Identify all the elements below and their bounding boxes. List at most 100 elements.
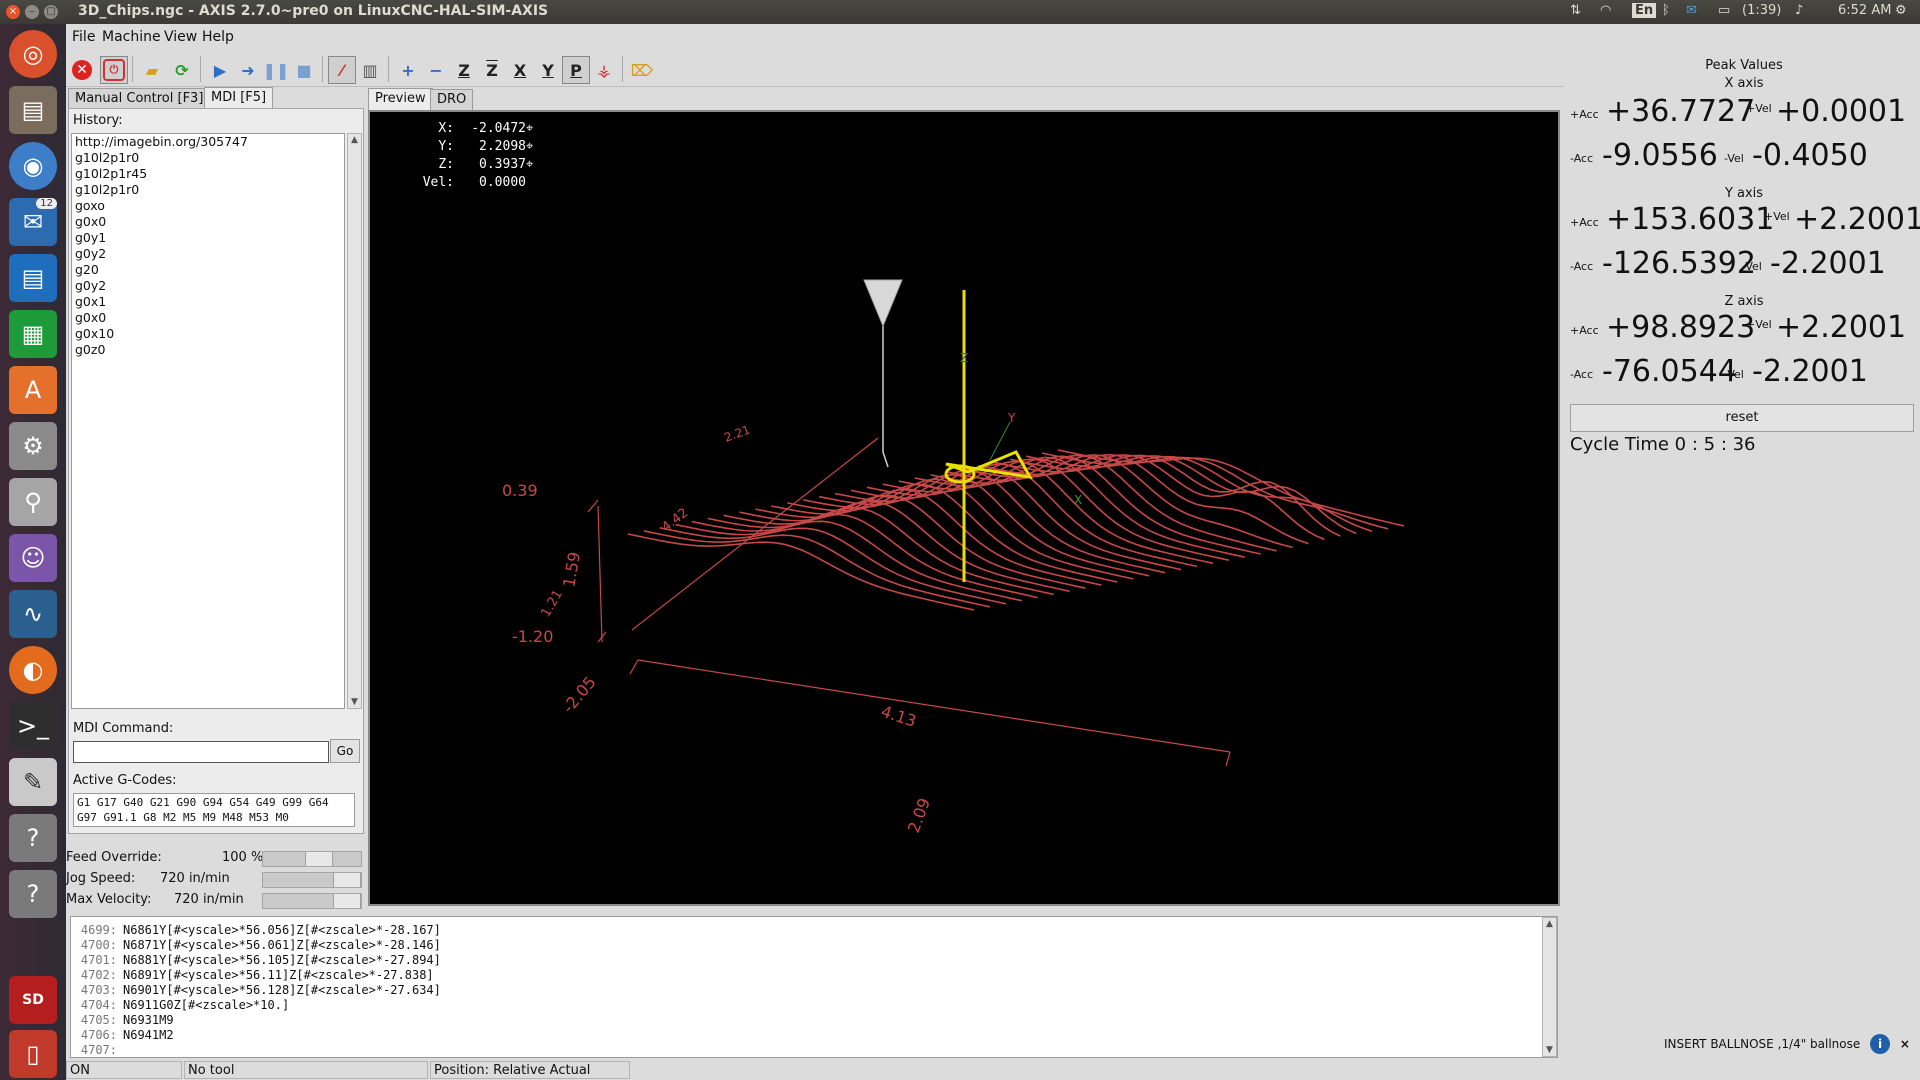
scroll-down-icon[interactable]: ▼	[1543, 1044, 1556, 1056]
history-item[interactable]: g0y2	[72, 246, 344, 262]
history-item[interactable]: g0y2	[72, 278, 344, 294]
clear-plot-button[interactable]: ⌦	[628, 56, 656, 84]
wifi-icon[interactable]: ◠	[1600, 3, 1611, 18]
software-center-icon[interactable]: A	[9, 366, 57, 414]
gcode-line[interactable]: 4700: N6871Y[#<yscale>*56.061]Z[#<zscale>…	[77, 938, 1477, 953]
history-item[interactable]: g0z0	[72, 342, 344, 358]
optional-stop-button[interactable]: ▥	[356, 56, 384, 84]
history-item[interactable]: g10l2p1r0	[72, 150, 344, 166]
feed-override-slider[interactable]	[262, 851, 362, 867]
view-y-button[interactable]: Y	[534, 56, 562, 84]
help-icon[interactable]: ?	[9, 814, 57, 862]
firefox-icon[interactable]: ◐	[9, 646, 57, 694]
gcode-line[interactable]: 4707:	[77, 1043, 1477, 1058]
clock[interactable]: 6:52 AM	[1838, 3, 1891, 18]
zoom-in-button[interactable]: +	[394, 56, 422, 84]
gcode-line[interactable]: 4704: N6911G0Z[#<zscale>*10.]	[77, 998, 1477, 1013]
view-x-button[interactable]: X	[506, 56, 534, 84]
scroll-down-icon[interactable]: ▼	[348, 696, 361, 708]
tab-manual-control[interactable]: Manual Control [F3]	[68, 88, 211, 109]
history-scrollbar[interactable]: ▲ ▼	[347, 133, 362, 709]
chromium-icon[interactable]: ◉	[9, 142, 57, 190]
reload-button[interactable]: ⟳	[168, 56, 196, 84]
thunderbird-icon[interactable]: ✉ 12	[9, 198, 57, 246]
history-item[interactable]: g0x1	[72, 294, 344, 310]
go-button[interactable]: Go	[330, 739, 360, 763]
disk-utility-icon[interactable]: ⚲	[9, 478, 57, 526]
battery-time[interactable]: (1:39)	[1742, 3, 1781, 18]
history-list[interactable]: http://imagebin.org/305747 g10l2p1r0 g10l2…	[71, 133, 345, 709]
file-manager-icon[interactable]: ▤	[9, 86, 57, 134]
history-item[interactable]: g10l2p1r0	[72, 182, 344, 198]
preview-canvas[interactable]: X: -2.0472⌖ Y: 2.2098⌖ Z: 0.3937⌖ Vel: 0.000…	[368, 110, 1560, 906]
pidgin-icon[interactable]: ☺	[9, 534, 57, 582]
block-delete-button[interactable]: ⁄	[328, 56, 356, 84]
estop-button[interactable]: ✕	[68, 56, 96, 84]
gcode-line[interactable]: 4699: N6861Y[#<yscale>*56.056]Z[#<zscale>…	[77, 923, 1477, 938]
history-item[interactable]: http://imagebin.org/305747	[72, 134, 344, 150]
tab-preview[interactable]: Preview	[368, 88, 433, 110]
scroll-up-icon[interactable]: ▲	[348, 134, 361, 146]
menu-help[interactable]: Help	[202, 29, 234, 45]
machine-power-button[interactable]: ⏻	[100, 56, 128, 84]
sd-card-icon[interactable]: SD	[9, 976, 57, 1024]
libreoffice-writer-icon[interactable]: ▤	[9, 254, 57, 302]
gcode-line[interactable]: 4706: N6941M2	[77, 1028, 1477, 1043]
feed-override-thumb[interactable]	[305, 852, 333, 866]
bluetooth-icon[interactable]: ᛒ	[1662, 3, 1670, 18]
network-icon[interactable]: ⇅	[1570, 3, 1581, 18]
gcode-line[interactable]: 4705: N6931M9	[77, 1013, 1477, 1028]
system-settings-icon[interactable]: ⚙	[9, 422, 57, 470]
tab-dro[interactable]: DRO	[430, 89, 474, 110]
history-item[interactable]: g0x0	[72, 214, 344, 230]
libreoffice-calc-icon[interactable]: ▦	[9, 310, 57, 358]
pause-button[interactable]: ❚❚	[262, 56, 290, 84]
notice-close-button[interactable]: ×	[1900, 1037, 1910, 1051]
menu-file[interactable]: File	[72, 29, 95, 45]
step-button[interactable]: ➜	[234, 56, 262, 84]
help-icon-2[interactable]: ?	[9, 870, 57, 918]
history-item[interactable]: g20	[72, 262, 344, 278]
system-monitor-icon[interactable]: ∿	[9, 590, 57, 638]
open-file-button[interactable]: ▰	[138, 56, 166, 84]
zoom-out-button[interactable]: −	[422, 56, 450, 84]
history-item[interactable]: goxo	[72, 198, 344, 214]
menu-view[interactable]: View	[164, 29, 197, 45]
ubuntu-dash-icon[interactable]: ◎	[9, 30, 57, 78]
reset-button[interactable]: reset	[1570, 404, 1914, 432]
history-item[interactable]: g0x10	[72, 326, 344, 342]
gcode-view[interactable]: 4699: N6861Y[#<yscale>*56.056]Z[#<zscale>…	[70, 916, 1558, 1058]
gcode-line[interactable]: 4703: N6901Y[#<yscale>*56.128]Z[#<zscale>…	[77, 983, 1477, 998]
battery-icon[interactable]: ▭	[1718, 3, 1730, 18]
view-z2-button[interactable]: Z	[478, 56, 506, 84]
trash-icon[interactable]: ▯	[9, 1030, 57, 1078]
view-p-button[interactable]: P	[562, 56, 590, 84]
gcode-line[interactable]: 4702: N6891Y[#<yscale>*56.11]Z[#<zscale>*…	[77, 968, 1477, 983]
scroll-up-icon[interactable]: ▲	[1543, 918, 1556, 930]
keyboard-layout-indicator[interactable]: En	[1632, 3, 1657, 18]
gcode-line[interactable]: 4701: N6881Y[#<yscale>*56.105]Z[#<zscale>…	[77, 953, 1477, 968]
terminal-icon[interactable]: >_	[9, 702, 57, 750]
tab-mdi[interactable]: MDI [F5]	[204, 87, 274, 109]
stop-button[interactable]: ■	[290, 56, 318, 84]
text-editor-icon[interactable]: ✎	[9, 758, 57, 806]
jog-speed-slider[interactable]	[262, 872, 362, 888]
max-velocity-slider[interactable]	[262, 893, 362, 909]
jog-speed-thumb[interactable]	[333, 873, 361, 887]
history-item[interactable]: g0y1	[72, 230, 344, 246]
history-item[interactable]: g0x0	[72, 310, 344, 326]
max-velocity-thumb[interactable]	[333, 894, 361, 908]
gcode-scrollbar[interactable]: ▲ ▼	[1542, 917, 1557, 1057]
mdi-command-input[interactable]	[73, 741, 329, 763]
rotate-view-button[interactable]: ⚶	[590, 56, 618, 84]
volume-icon[interactable]: ♪	[1795, 3, 1803, 18]
run-button[interactable]: ▶	[206, 56, 234, 84]
history-item[interactable]: g10l2p1r45	[72, 166, 344, 182]
minimize-window-button[interactable]: –	[25, 5, 39, 19]
settings-gear-icon[interactable]: ⚙	[1895, 3, 1907, 18]
close-window-button[interactable]: ×	[6, 5, 20, 19]
view-z-button[interactable]: Z	[450, 56, 478, 84]
menu-machine[interactable]: Machine	[102, 29, 161, 45]
mail-icon[interactable]: ✉	[1686, 3, 1697, 18]
maximize-window-button[interactable]: ▢	[44, 5, 58, 19]
